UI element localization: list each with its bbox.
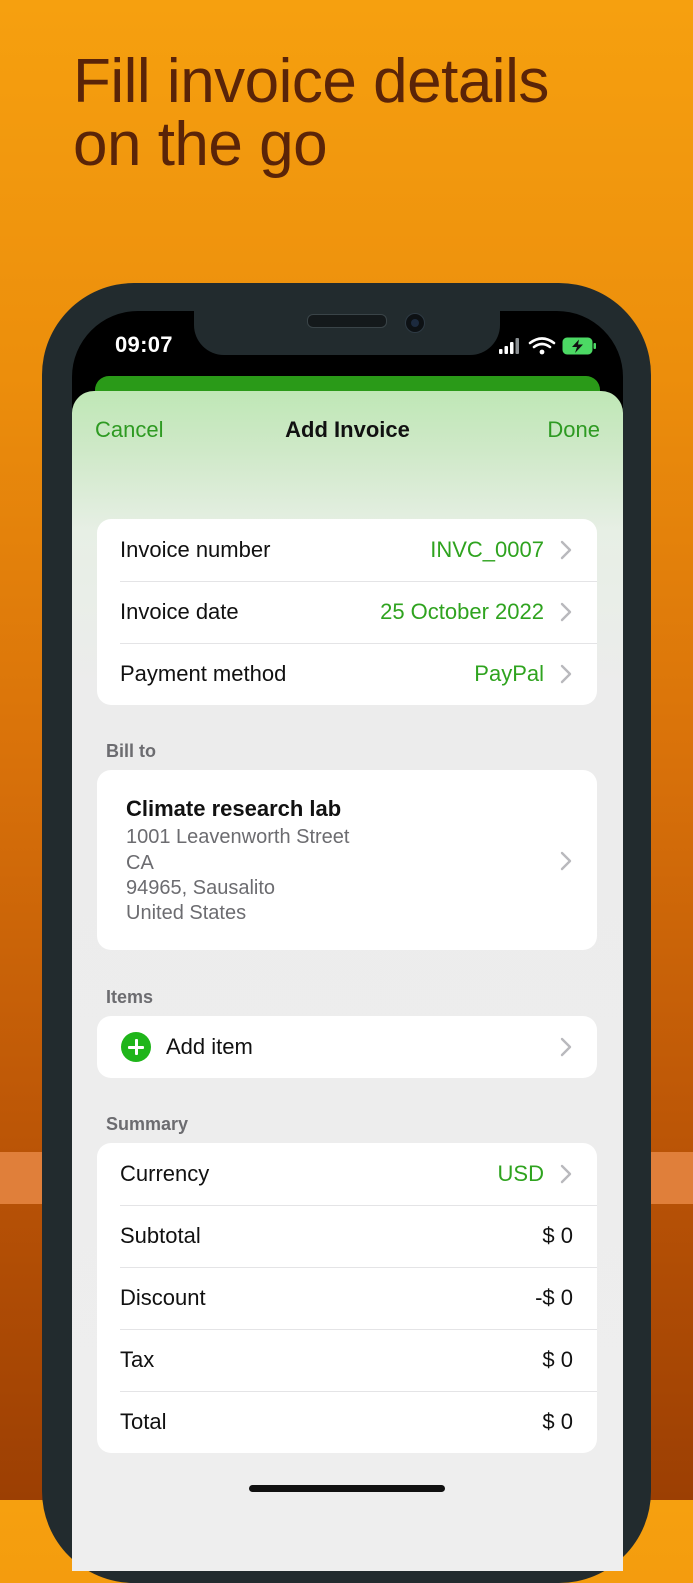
row-value: -$ 0	[535, 1285, 573, 1310]
row-label: Total	[120, 1409, 167, 1434]
client-name: Climate research lab	[126, 796, 342, 821]
row-value: USD	[497, 1161, 544, 1186]
done-button[interactable]: Done	[547, 417, 600, 443]
currency-row[interactable]: Currency USD	[97, 1143, 597, 1205]
total-row: Total $ 0	[97, 1391, 597, 1453]
items-section-label: Items	[106, 987, 154, 1007]
row-label: Discount	[120, 1285, 206, 1310]
tax-row: Tax $ 0	[97, 1329, 597, 1391]
row-label: Payment method	[120, 661, 287, 686]
chevron-right-icon	[560, 1164, 572, 1184]
summary-card: Currency USD Subtotal $ 0 Discount -$ 0 …	[97, 1143, 597, 1453]
bill-to-card[interactable]: Climate research lab 1001 Leavenworth St…	[97, 770, 597, 950]
invoice-details-card: Invoice number INVC_0007 Invoice date 25…	[97, 519, 597, 705]
row-label: Subtotal	[120, 1223, 201, 1248]
row-label: Invoice date	[120, 599, 239, 624]
wifi-icon	[528, 337, 556, 355]
chevron-right-icon	[560, 1037, 572, 1057]
address-line: 94965, Sausalito	[126, 877, 276, 899]
invoice-date-row[interactable]: Invoice date 25 October 2022	[97, 581, 597, 643]
summary-section-label: Summary	[106, 1114, 189, 1134]
add-invoice-sheet: Cancel Add Invoice Done Invoice number I…	[72, 391, 623, 1571]
add-item-row[interactable]: Add item	[97, 1016, 597, 1078]
front-camera	[405, 313, 425, 333]
promo-headline-line-2: on the go	[73, 110, 328, 179]
sheet-navigation-bar: Cancel Add Invoice Done	[72, 391, 623, 471]
row-label: Tax	[120, 1347, 155, 1372]
bill-to-section-label: Bill to	[106, 741, 156, 761]
invoice-number-row[interactable]: Invoice number INVC_0007	[97, 519, 597, 581]
cellular-signal-icon	[499, 338, 519, 354]
chevron-right-icon	[560, 851, 572, 871]
plus-circle-icon	[121, 1032, 151, 1062]
promo-headline: Fill invoice details on the go	[73, 50, 549, 176]
discount-row: Discount -$ 0	[97, 1267, 597, 1329]
payment-method-row[interactable]: Payment method PayPal	[97, 643, 597, 705]
row-value: $ 0	[542, 1409, 573, 1434]
status-bar-time: 09:07	[115, 332, 173, 357]
subtotal-row: Subtotal $ 0	[97, 1205, 597, 1267]
row-label: Invoice number	[120, 537, 271, 562]
battery-charging-icon	[562, 337, 596, 355]
items-card: Add item	[97, 1016, 597, 1078]
address-line: 1001 Leavenworth Street	[126, 826, 350, 848]
address-line: United States	[126, 902, 247, 924]
sheet-title: Add Invoice	[285, 417, 410, 442]
promo-headline-line-1: Fill invoice details	[73, 47, 549, 116]
row-value: $ 0	[542, 1347, 573, 1372]
status-bar-icons	[499, 337, 596, 355]
home-indicator[interactable]	[249, 1485, 445, 1492]
row-label: Currency	[120, 1161, 210, 1186]
add-item-label: Add item	[166, 1034, 253, 1059]
row-value: PayPal	[474, 661, 544, 686]
chevron-right-icon	[560, 602, 572, 622]
address-line: CA	[126, 852, 154, 874]
row-value: INVC_0007	[430, 537, 544, 562]
row-value: $ 0	[542, 1223, 573, 1248]
chevron-right-icon	[560, 540, 572, 560]
chevron-right-icon	[560, 664, 572, 684]
speaker-grille	[307, 314, 387, 328]
row-value: 25 October 2022	[380, 599, 544, 624]
